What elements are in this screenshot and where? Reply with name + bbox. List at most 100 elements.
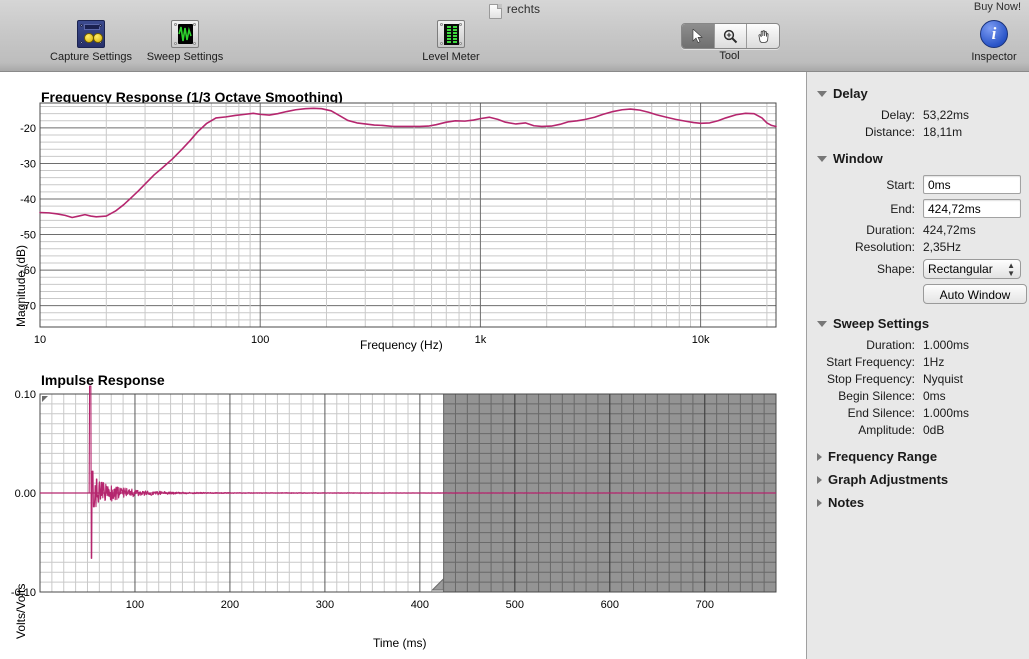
section-header-graph-adjustments[interactable]: Graph Adjustments [807,468,1029,491]
row-end-silence: End Silence: 1.000ms [807,406,1029,420]
row-amplitude: Amplitude: 0dB [807,423,1029,437]
row-label: End Silence: [847,406,915,420]
row-label: Amplitude: [858,423,915,437]
toolbar-item-level-meter[interactable]: Level Meter [403,20,499,63]
row-value: 2,35Hz [923,240,962,254]
level-meter-icon [437,20,465,48]
hand-tool-button[interactable] [747,24,779,48]
svg-text:300: 300 [316,599,334,611]
row-stop-frequency: Stop Frequency: Nyquist [807,372,1029,386]
row-value: 0ms [923,389,946,403]
arrow-icon [693,29,704,43]
row-window-duration: Duration: 424,72ms [807,223,1029,237]
toolbar-item-label: Capture Settings [50,51,132,63]
row-sweep-duration: Duration: 1.000ms [807,338,1029,352]
toolbar-item-label: Sweep Settings [146,51,224,63]
row-label: Resolution: [854,240,915,254]
section-title: Notes [828,495,865,510]
disclosure-triangle-icon[interactable] [817,90,827,97]
frequency-response-graph[interactable]: Frequency Response (1/3 Octave Smoothing… [0,72,806,368]
sweep-settings-icon [171,20,199,48]
graph-area: Frequency Response (1/3 Octave Smoothing… [0,72,806,659]
svg-text:1k: 1k [475,334,487,346]
svg-text:-40: -40 [20,194,36,206]
row-label: End: [890,201,915,216]
magnifier-icon [723,29,738,43]
row-value: Nyquist [923,372,964,386]
row-value: 1Hz [923,355,945,369]
hand-icon [758,29,769,43]
row-label: Delay: [880,108,915,122]
toolbar: rechts Buy Now! Capture Settings Sweep S… [0,0,1029,72]
frequency-response-plot: -20-30-40-50-60-7010 100 1k 10k [20,102,777,346]
impulse-response-xlabel: Time (ms) [373,636,427,650]
tool-segmented-control[interactable] [681,23,780,49]
svg-text:600: 600 [601,599,619,611]
row-value: 1.000ms [923,338,970,352]
title-bar: rechts [0,0,1029,19]
section-title: Window [833,151,883,166]
document-icon [488,3,502,19]
application-window: rechts Buy Now! Capture Settings Sweep S… [0,0,1029,659]
row-start-frequency: Start Frequency: 1Hz [807,355,1029,369]
svg-text:0.00: 0.00 [15,488,36,500]
impulse-response-graph[interactable]: Impulse Response 0.10 0.00 -0.10 100 200 300 4… [0,368,806,659]
svg-text:400: 400 [411,599,429,611]
toolbar-item-capture-settings[interactable]: Capture Settings [43,20,139,63]
document-title: rechts [506,2,541,16]
window-start-input[interactable] [923,175,1021,194]
buy-now-label[interactable]: Buy Now! [974,1,1021,13]
svg-text:0.10: 0.10 [15,389,36,401]
stepper-arrows-icon: ▲ ▼ [1007,261,1015,278]
svg-text:200: 200 [221,599,239,611]
row-window-resolution: Resolution: 2,35Hz [807,240,1029,254]
row-window-start: Start: [807,175,1029,194]
row-label: Start Frequency: [826,355,915,369]
section-header-notes[interactable]: Notes [807,491,1029,514]
section-title: Graph Adjustments [828,472,949,487]
toolbar-item-sweep-settings[interactable]: Sweep Settings [137,20,233,63]
row-label: Shape: [876,262,915,276]
row-label: Distance: [864,125,915,139]
disclosure-triangle-icon[interactable] [817,320,827,327]
disclosure-triangle-icon[interactable] [817,475,822,484]
section-header-frequency-range[interactable]: Frequency Range [807,445,1029,468]
zoom-tool-button[interactable] [715,24,748,48]
toolbar-item-label: Level Meter [422,51,480,63]
window-shape-value: Rectangular [928,262,993,276]
row-label: Duration: [866,223,915,237]
section-header-window[interactable]: Window [807,147,1029,170]
row-window-shape: Shape: Rectangular ▲ ▼ [807,259,1029,279]
section-header-sweep-settings[interactable]: Sweep Settings [807,312,1029,335]
arrow-tool-button[interactable] [682,24,715,48]
auto-window-button[interactable]: Auto Window [923,284,1027,304]
frequency-response-ylabel: Magnitude (dB) [14,244,28,327]
info-icon: i [980,20,1008,48]
row-label: Start: [886,177,915,192]
inspector-panel: Delay Delay: 53,22ms Distance: 18,11m Wi… [806,72,1029,659]
disclosure-triangle-icon[interactable] [817,498,822,507]
svg-text:-30: -30 [20,158,36,170]
inspector-label: Inspector [971,51,1017,63]
svg-text:100: 100 [126,599,144,611]
row-delay: Delay: 53,22ms [807,108,1029,122]
window-end-input[interactable] [923,199,1021,218]
row-label: Duration: [866,338,915,352]
frequency-response-xlabel: Frequency (Hz) [360,338,443,352]
section-header-delay[interactable]: Delay [807,82,1029,105]
impulse-response-plot: 0.100.00-0.10100 200 300 400 500 600 700 [11,385,777,611]
section-title: Delay [833,86,868,101]
disclosure-triangle-icon[interactable] [817,155,827,162]
svg-text:-20: -20 [20,123,36,135]
row-auto-window: Auto Window [807,284,1029,304]
inspector-button[interactable]: i Inspector [965,20,1023,63]
svg-text:-50: -50 [20,230,36,242]
disclosure-triangle-icon[interactable] [817,452,822,461]
impulse-response-ylabel: Volts/Volts [14,583,28,639]
row-value: 18,11m [923,125,963,139]
svg-text:500: 500 [506,599,524,611]
section-title: Sweep Settings [833,316,930,331]
row-value: 0dB [923,423,945,437]
window-shape-select[interactable]: Rectangular ▲ ▼ [923,259,1021,279]
svg-text:10: 10 [34,334,46,346]
